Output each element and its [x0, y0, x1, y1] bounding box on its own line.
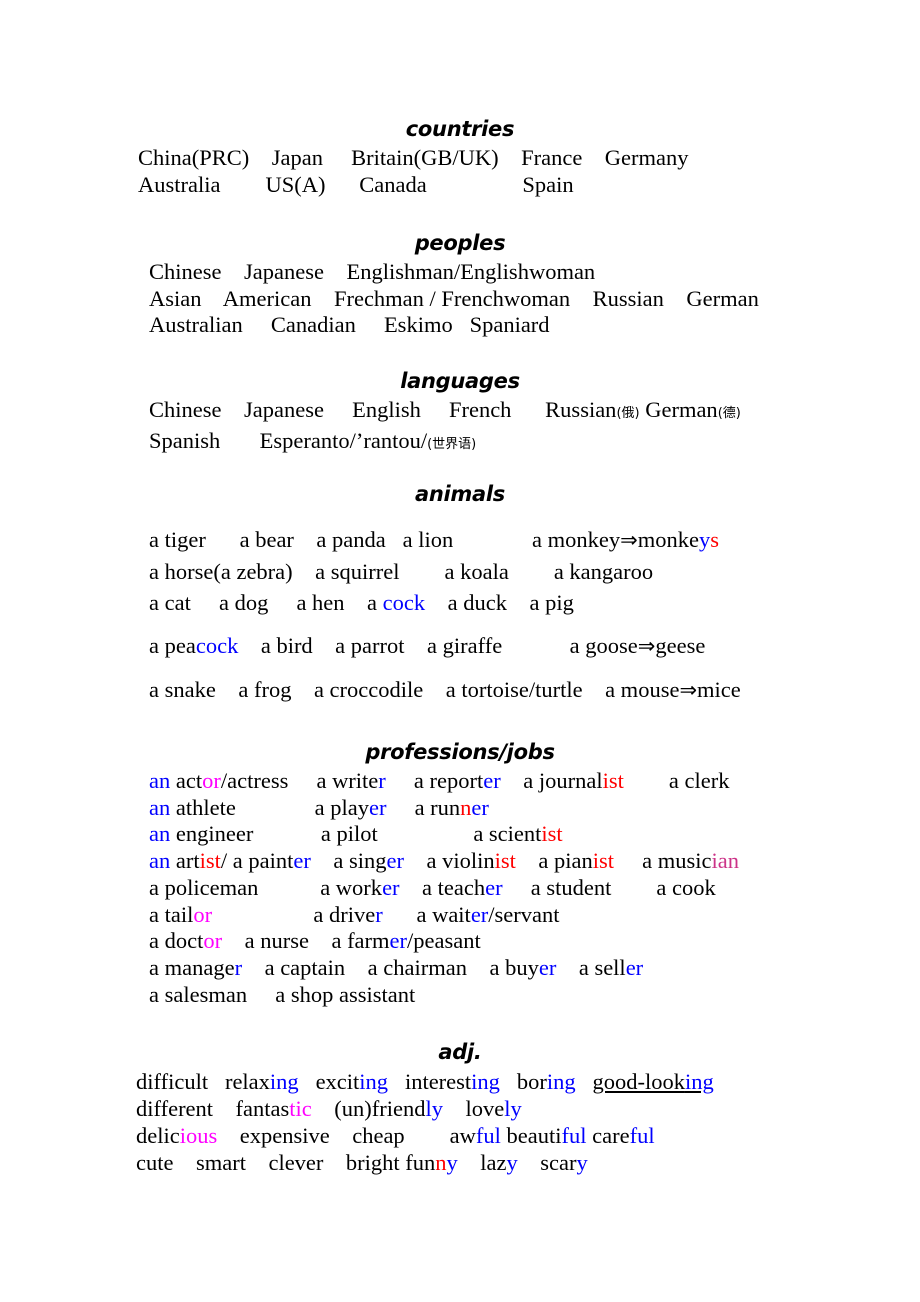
vocab-line: a horse(a zebra) a squirrel a koala a ka… [149, 559, 654, 584]
section-title-languages: languages [400, 369, 520, 393]
cjk-gloss-esperanto: (世界语) [427, 436, 477, 452]
section-body-professions: an actor/actress a writer a reporter a j… [149, 768, 739, 1008]
line-spacer [149, 662, 741, 674]
vocab-line: delicious expensive cheap awful beautifu… [136, 1123, 655, 1148]
vocab-line: Chinese Japanese Englishman/Englishwoman [149, 259, 596, 284]
vocab-line: a tailor a driver a waiter/servant [149, 901, 560, 927]
vocab-line: Australia US(A) Canada Spain [138, 171, 574, 197]
vocab-line: a cat a dog a hen a cock a duck a pig [149, 590, 574, 615]
section-body-animals: a tiger a bear a panda a lion a monkey⇒m… [149, 524, 741, 706]
section-title-peoples: peoples [414, 231, 506, 255]
section-body-adjectives: difficult relaxing exciting interesting … [136, 1068, 714, 1176]
vocab-line: Spanish Esperanto/’rantou/(世界语) [149, 427, 477, 453]
implies-arrow-icon: ⇒ [637, 634, 656, 658]
section-body-languages: Chinese Japanese English French Russian(… [149, 397, 741, 458]
implies-arrow-icon: ⇒ [620, 528, 638, 552]
vocab-line: a salesman a shop assistant [149, 981, 416, 1007]
section-title-professions: professions/jobs [365, 740, 555, 764]
section-body-countries: China(PRC) Japan Britain(GB/UK) France G… [138, 145, 689, 198]
vocab-line: China(PRC) Japan Britain(GB/UK) France G… [138, 145, 689, 170]
vocab-line: an athlete a player a runner [149, 794, 489, 820]
vocab-line: an artist/ a painter a singer a violinis… [149, 848, 739, 874]
vocab-line: a manager a captain a chairman a buyer a… [149, 954, 644, 980]
cjk-gloss-russian: (俄) [616, 406, 640, 421]
worksheet-page: countries China(PRC) Japan Britain(GB/UK… [0, 0, 920, 1302]
vocab-line: difficult relaxing exciting interesting … [136, 1069, 714, 1094]
vocab-line: different fantastic (un)friendly lovely [136, 1096, 522, 1121]
vocab-line: an actor/actress a writer a reporter a j… [149, 768, 730, 793]
vocab-line: Australian Canadian Eskimo Spaniard [149, 312, 550, 337]
section-title-countries: countries [405, 117, 515, 141]
vocab-line: an engineer a pilot a scientist [149, 821, 563, 847]
vocab-line: a peacock a bird a parrot a giraffe a go… [149, 633, 706, 658]
section-title-animals: animals [415, 482, 505, 506]
vocab-line: cute smart clever bright funny lazy scar… [136, 1150, 588, 1175]
line-spacer [149, 618, 741, 630]
vocab-line: a policeman a worker a teacher a student… [149, 874, 716, 900]
section-title-adjectives: adj. [438, 1040, 482, 1064]
vocab-line: a doctor a nurse a farmer/peasant [149, 928, 481, 954]
vocab-line: a snake a frog a croccodile a tortoise/t… [149, 677, 741, 702]
cjk-gloss-german: (德) [717, 406, 741, 421]
vocab-line: a tiger a bear a panda a lion a monkey⇒m… [149, 527, 719, 552]
vocab-line: Asian American Frechman / Frenchwoman Ru… [149, 285, 759, 311]
implies-arrow-icon: ⇒ [679, 678, 698, 702]
section-body-peoples: Chinese Japanese Englishman/Englishwoman… [149, 259, 759, 339]
vocab-line: Chinese Japanese English French Russian(… [149, 397, 741, 422]
